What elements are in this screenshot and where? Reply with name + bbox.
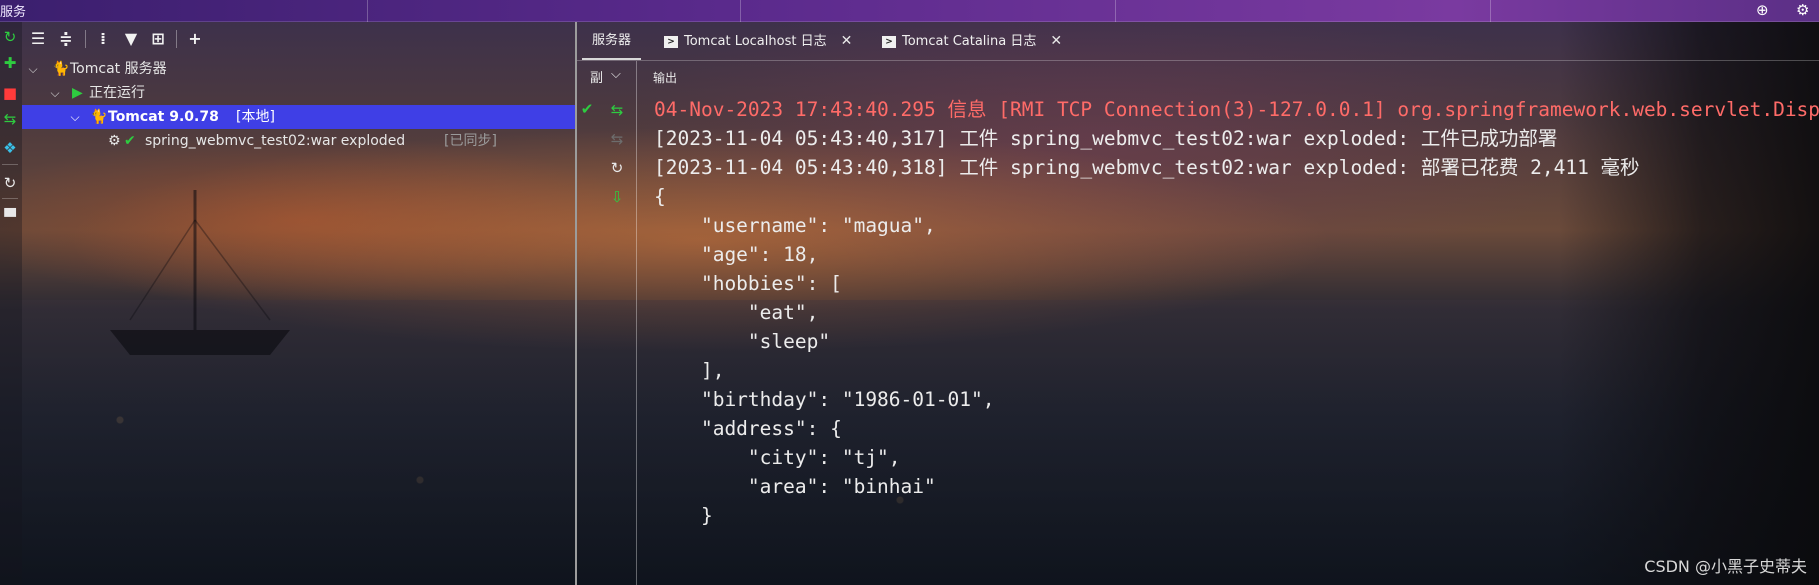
- close-icon[interactable]: ✕: [841, 33, 853, 49]
- window-title: 服务: [0, 5, 27, 20]
- filter-icon[interactable]: ▼: [120, 29, 142, 49]
- redeploy-icon[interactable]: ⇆: [1, 110, 19, 128]
- services-side-toolbar: ↻ ✚ ■ ⇆ ❖ ↻ ▀: [0, 22, 22, 585]
- toolbar-divider: [85, 30, 86, 48]
- chevron-down-icon[interactable]: ⌵: [68, 105, 82, 129]
- update-app-icon[interactable]: ⇆: [607, 101, 627, 119]
- output-label: 输出: [653, 71, 678, 85]
- crosshair-icon[interactable]: ⊕: [1756, 1, 1769, 19]
- title-divider: [1490, 0, 1491, 22]
- deploy-icon[interactable]: ✚: [1, 54, 19, 72]
- tree-item-suffix: [本地]: [236, 109, 275, 125]
- layout-icon[interactable]: ▀: [1, 208, 19, 226]
- chevron-down-icon[interactable]: ⌵: [48, 81, 62, 105]
- gear-icon[interactable]: ⚙: [1796, 1, 1809, 19]
- refresh-icon[interactable]: ↻: [1, 174, 19, 192]
- console-output[interactable]: 04-Nov-2023 17:43:40.295 信息 [RMI TCP Con…: [654, 93, 1819, 585]
- output-header: 副 ⌵ 输出: [577, 61, 1819, 93]
- dump-threads-icon[interactable]: ⇩: [607, 188, 627, 206]
- tab-label: 服务器: [592, 33, 632, 48]
- close-icon[interactable]: ✕: [1050, 33, 1062, 49]
- title-divider: [740, 0, 741, 22]
- success-check-icon: ✔: [580, 100, 594, 118]
- redeploy-disabled-icon[interactable]: ⇆: [607, 130, 627, 148]
- chevron-down-icon[interactable]: ⌵: [26, 57, 40, 81]
- tree-toolbar: ☰ ≑ ⁞ ▼ ⊞ +: [22, 22, 575, 56]
- artifacts-icon[interactable]: ❖: [1, 139, 19, 157]
- tree-item-artifact[interactable]: ⚙ ✔ spring_webmvc_test02:war exploded [已…: [22, 129, 575, 153]
- console-icon: >: [882, 35, 896, 48]
- play-icon: ▶: [72, 85, 83, 101]
- restart-icon[interactable]: ↻: [607, 159, 627, 177]
- tab-bar: 服务器 > Tomcat Localhost 日志 ✕ > Tomcat Catali…: [577, 22, 1819, 60]
- boat-silhouette: [110, 190, 290, 355]
- group-icon[interactable]: ⁞: [92, 29, 114, 49]
- toolbar-divider: [2, 198, 18, 199]
- tree-item-label: Tomcat 9.0.78: [108, 109, 219, 125]
- tree-item-running[interactable]: ⌵ ▶ 正在运行: [22, 81, 575, 105]
- tree-item-tomcat-instance[interactable]: ⌵ 🐈 Tomcat 9.0.78 [本地]: [22, 105, 575, 129]
- tomcat-icon: 🐈: [52, 61, 70, 77]
- expand-all-icon[interactable]: ☰: [27, 29, 49, 49]
- tree-item-label: 正在运行: [89, 85, 145, 101]
- toolbar-divider: [176, 30, 177, 48]
- tree-item-label: Tomcat 服务器: [70, 61, 167, 77]
- tab-server[interactable]: 服务器: [581, 22, 642, 60]
- console-line: }: [654, 504, 713, 527]
- rerun-icon[interactable]: ↻: [1, 28, 19, 46]
- tab-label: Tomcat Localhost 日志: [684, 34, 827, 49]
- add-icon[interactable]: +: [184, 29, 206, 49]
- toolbar-divider: [2, 164, 18, 165]
- title-divider: [367, 0, 368, 22]
- console-gutter: ✔ ⇆ ⇆ ↻ ⇩: [577, 93, 637, 585]
- tree-item-tomcat-servers[interactable]: ⌵ 🐈 Tomcat 服务器: [22, 57, 575, 81]
- deployment-column-icon: 副: [590, 71, 604, 86]
- artifact-icon: ⚙: [108, 133, 121, 149]
- tab-tomcat-catalina-log[interactable]: > Tomcat Catalina 日志 ✕: [882, 22, 1062, 60]
- tomcat-running-icon: 🐈: [90, 109, 108, 125]
- tab-tomcat-localhost-log[interactable]: > Tomcat Localhost 日志 ✕: [664, 22, 852, 60]
- watermark-text: CSDN @小黑子史蒂夫: [1644, 557, 1807, 576]
- console-line: [2023-11-04 05:43:40,318] 工件 spring_webm…: [654, 156, 1640, 179]
- tree-item-label: spring_webmvc_test02:war exploded: [145, 133, 406, 149]
- console-icon: >: [664, 35, 678, 48]
- check-icon: ✔: [124, 133, 136, 149]
- title-divider: [1115, 0, 1116, 22]
- add-group-icon[interactable]: ⊞: [147, 29, 169, 49]
- stop-icon[interactable]: ■: [1, 84, 19, 102]
- tree-item-suffix: [已同步]: [444, 133, 497, 149]
- chevron-down-icon[interactable]: ⌵: [611, 67, 621, 82]
- tab-label: Tomcat Catalina 日志: [902, 34, 1037, 49]
- collapse-all-icon[interactable]: ≑: [55, 29, 77, 49]
- title-bar: 服务 ⊕ ⚙: [0, 0, 1819, 22]
